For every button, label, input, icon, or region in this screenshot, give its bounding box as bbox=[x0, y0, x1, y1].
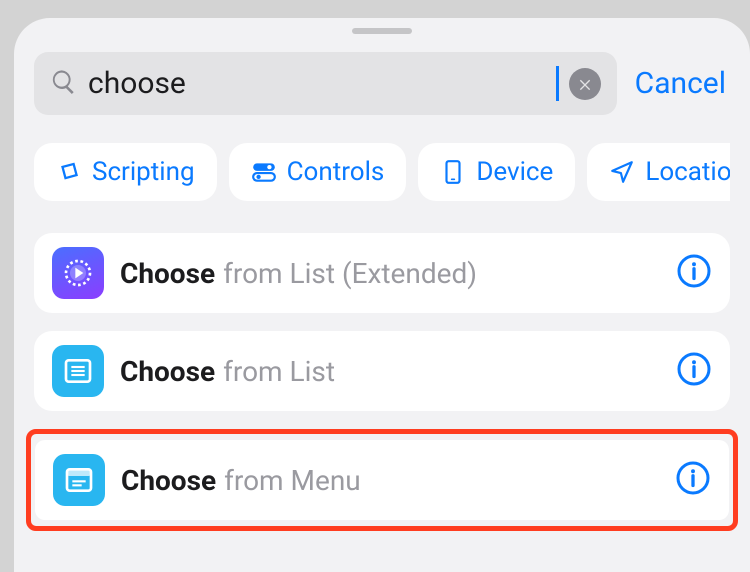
result-card[interactable]: Choose from Menu bbox=[35, 440, 729, 520]
sheet-handle[interactable] bbox=[352, 28, 412, 34]
category-label: Device bbox=[476, 157, 553, 187]
category-label: Location bbox=[645, 157, 730, 187]
result-rest-text: from List (Extended) bbox=[223, 257, 477, 290]
result-card[interactable]: Choose from List bbox=[34, 331, 730, 411]
search-row: choose Cancel bbox=[34, 52, 730, 115]
search-input[interactable]: choose bbox=[88, 66, 559, 101]
phone-icon bbox=[440, 159, 466, 185]
category-scripting[interactable]: Scripting bbox=[34, 143, 217, 201]
result-item-choose-list-extended: Choose from List (Extended) bbox=[34, 233, 730, 313]
clear-search-button[interactable] bbox=[569, 68, 601, 100]
tag-icon bbox=[56, 159, 82, 185]
result-title: Choose from List bbox=[120, 355, 660, 388]
result-rest-text: from List bbox=[223, 355, 335, 388]
result-item-choose-menu: Choose from Menu bbox=[26, 429, 738, 531]
result-title: Choose from Menu bbox=[121, 464, 659, 497]
category-device[interactable]: Device bbox=[418, 143, 575, 201]
action-search-sheet: choose Cancel Scripting Controls Device bbox=[14, 18, 750, 572]
category-controls[interactable]: Controls bbox=[229, 143, 407, 201]
cancel-button[interactable]: Cancel bbox=[635, 66, 730, 101]
toggle-icon bbox=[251, 159, 277, 185]
category-location[interactable]: Location bbox=[587, 143, 730, 201]
info-button[interactable] bbox=[676, 253, 712, 293]
info-button[interactable] bbox=[676, 351, 712, 391]
gear-play-icon bbox=[52, 247, 104, 299]
result-title: Choose from List (Extended) bbox=[120, 257, 660, 290]
category-row[interactable]: Scripting Controls Device Location bbox=[34, 143, 730, 201]
location-arrow-icon bbox=[609, 159, 635, 185]
result-rest-text: from Menu bbox=[224, 464, 361, 497]
list-icon bbox=[52, 345, 104, 397]
result-match-text: Choose bbox=[120, 257, 215, 290]
menu-icon bbox=[53, 454, 105, 506]
result-card[interactable]: Choose from List (Extended) bbox=[34, 233, 730, 313]
result-item-choose-list: Choose from List bbox=[34, 331, 730, 411]
result-match-text: Choose bbox=[120, 355, 215, 388]
search-icon bbox=[50, 68, 78, 100]
category-label: Controls bbox=[287, 157, 385, 187]
info-button[interactable] bbox=[675, 460, 711, 500]
category-label: Scripting bbox=[92, 157, 195, 187]
result-match-text: Choose bbox=[121, 464, 216, 497]
search-field[interactable]: choose bbox=[34, 52, 617, 115]
